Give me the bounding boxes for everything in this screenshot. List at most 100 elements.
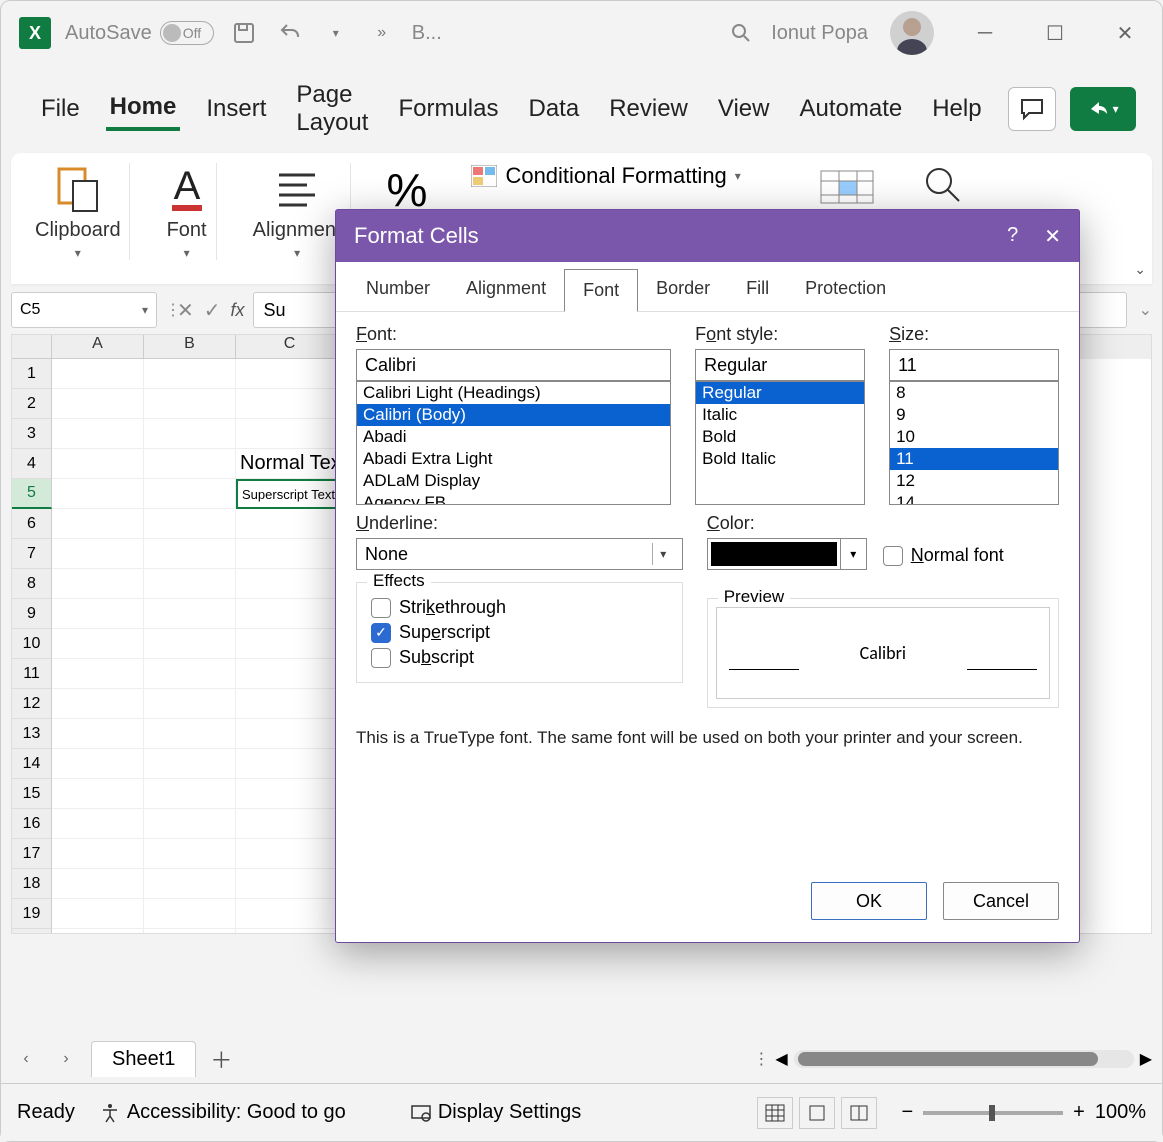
normal-view-button[interactable]	[757, 1097, 793, 1129]
cell[interactable]	[52, 779, 144, 809]
cell[interactable]	[236, 569, 344, 599]
row-header[interactable]: 9	[12, 599, 52, 629]
share-button[interactable]: ▾	[1070, 87, 1136, 131]
cell[interactable]	[144, 749, 236, 779]
fx-icon[interactable]: fx	[231, 300, 245, 321]
cell[interactable]	[144, 779, 236, 809]
list-item[interactable]: 12	[890, 470, 1058, 492]
cell[interactable]	[144, 899, 236, 929]
horizontal-scrollbar[interactable]	[794, 1050, 1134, 1068]
font-style-input[interactable]	[695, 349, 865, 381]
dialog-tab-border[interactable]: Border	[638, 268, 728, 311]
cell[interactable]	[144, 539, 236, 569]
conditional-formatting-button[interactable]: Conditional Formatting ▾	[471, 163, 740, 189]
row-header[interactable]: 13	[12, 719, 52, 749]
chevron-down-icon[interactable]: ▾	[75, 246, 81, 260]
page-break-view-button[interactable]	[841, 1097, 877, 1129]
cell[interactable]	[52, 569, 144, 599]
list-item[interactable]: Calibri Light (Headings)	[357, 382, 670, 404]
list-item[interactable]: Abadi	[357, 426, 670, 448]
color-dropdown[interactable]: ▾	[707, 538, 867, 570]
ok-button[interactable]: OK	[811, 882, 927, 920]
cell[interactable]	[52, 749, 144, 779]
cell[interactable]	[52, 389, 144, 419]
cancel-formula-icon[interactable]: ✕	[177, 298, 194, 323]
cell[interactable]	[144, 869, 236, 899]
cell[interactable]	[144, 929, 236, 934]
chevron-down-icon[interactable]: ▾	[184, 246, 190, 260]
cell[interactable]	[52, 479, 144, 509]
cell[interactable]	[144, 449, 236, 479]
ribbon-collapse-icon[interactable]: ⌄	[1134, 261, 1146, 278]
cell[interactable]	[144, 839, 236, 869]
cell[interactable]	[52, 509, 144, 539]
cell[interactable]	[236, 629, 344, 659]
cell[interactable]	[144, 389, 236, 419]
row-header[interactable]: 17	[12, 839, 52, 869]
size-input[interactable]	[889, 349, 1059, 381]
menu-automate[interactable]: Automate	[795, 89, 906, 129]
cell[interactable]	[52, 659, 144, 689]
dialog-tab-alignment[interactable]: Alignment	[448, 268, 564, 311]
list-item[interactable]: Abadi Extra Light	[357, 448, 670, 470]
list-item[interactable]: Bold Italic	[696, 448, 864, 470]
list-item[interactable]: 14	[890, 492, 1058, 505]
zoom-in-button[interactable]: +	[1073, 1101, 1085, 1124]
hscroll-right-icon[interactable]: ▶	[1140, 1049, 1152, 1069]
cell[interactable]	[52, 419, 144, 449]
normal-font-checkbox[interactable]: Normal font	[883, 545, 1004, 566]
superscript-checkbox[interactable]: ✓ Superscript	[371, 622, 668, 643]
cell[interactable]	[236, 509, 344, 539]
cell[interactable]	[52, 929, 144, 934]
chevron-down-icon[interactable]: ▾	[652, 543, 674, 565]
save-icon[interactable]	[228, 17, 260, 49]
col-header-c[interactable]: C	[236, 335, 344, 359]
row-header[interactable]: 16	[12, 809, 52, 839]
enter-formula-icon[interactable]: ✓	[204, 298, 221, 323]
cell[interactable]	[52, 899, 144, 929]
more-commands-icon[interactable]: »	[366, 17, 398, 49]
row-header[interactable]: 15	[12, 779, 52, 809]
row-header[interactable]: 19	[12, 899, 52, 929]
cell[interactable]	[236, 749, 344, 779]
sheet-nav-next[interactable]: ›	[51, 1044, 81, 1074]
row-header[interactable]: 20	[12, 929, 52, 934]
zoom-level[interactable]: 100%	[1095, 1101, 1146, 1124]
user-avatar[interactable]	[890, 11, 934, 55]
dialog-tab-font[interactable]: Font	[564, 269, 638, 312]
page-layout-view-button[interactable]	[799, 1097, 835, 1129]
comments-button[interactable]	[1008, 87, 1056, 131]
dialog-title-bar[interactable]: Format Cells ? ✕	[336, 210, 1079, 262]
font-name-input[interactable]	[356, 349, 671, 381]
cell[interactable]	[144, 509, 236, 539]
row-header[interactable]: 5	[12, 479, 52, 509]
menu-data[interactable]: Data	[524, 89, 583, 129]
chevron-down-icon[interactable]: ▾	[294, 246, 300, 260]
sheet-tab-active[interactable]: Sheet1	[91, 1041, 196, 1077]
cell[interactable]	[52, 449, 144, 479]
list-item[interactable]: Calibri (Body)	[357, 404, 670, 426]
cell[interactable]	[144, 479, 236, 509]
row-header[interactable]: 4	[12, 449, 52, 479]
cell[interactable]	[236, 599, 344, 629]
zoom-controls[interactable]: − + 100%	[901, 1101, 1146, 1124]
cell[interactable]	[52, 809, 144, 839]
chevron-down-icon[interactable]: ▾	[840, 539, 866, 569]
cell[interactable]	[236, 539, 344, 569]
accessibility-status[interactable]: Accessibility: Good to go	[99, 1101, 346, 1124]
row-header[interactable]: 7	[12, 539, 52, 569]
list-item[interactable]: Regular	[696, 382, 864, 404]
cell[interactable]: Superscript Text	[236, 479, 344, 509]
cell[interactable]	[144, 629, 236, 659]
undo-icon[interactable]	[274, 17, 306, 49]
hscroll-left-icon[interactable]: ◀	[775, 1049, 787, 1069]
cell[interactable]	[236, 689, 344, 719]
cell[interactable]	[144, 359, 236, 389]
font-style-listbox[interactable]: RegularItalicBoldBold Italic	[695, 381, 865, 505]
dialog-tab-protection[interactable]: Protection	[787, 268, 904, 311]
cell[interactable]	[236, 719, 344, 749]
underline-dropdown[interactable]: None ▾	[356, 538, 683, 570]
autosave-toggle[interactable]: Off	[160, 21, 214, 45]
cell[interactable]	[236, 839, 344, 869]
cell[interactable]	[236, 779, 344, 809]
